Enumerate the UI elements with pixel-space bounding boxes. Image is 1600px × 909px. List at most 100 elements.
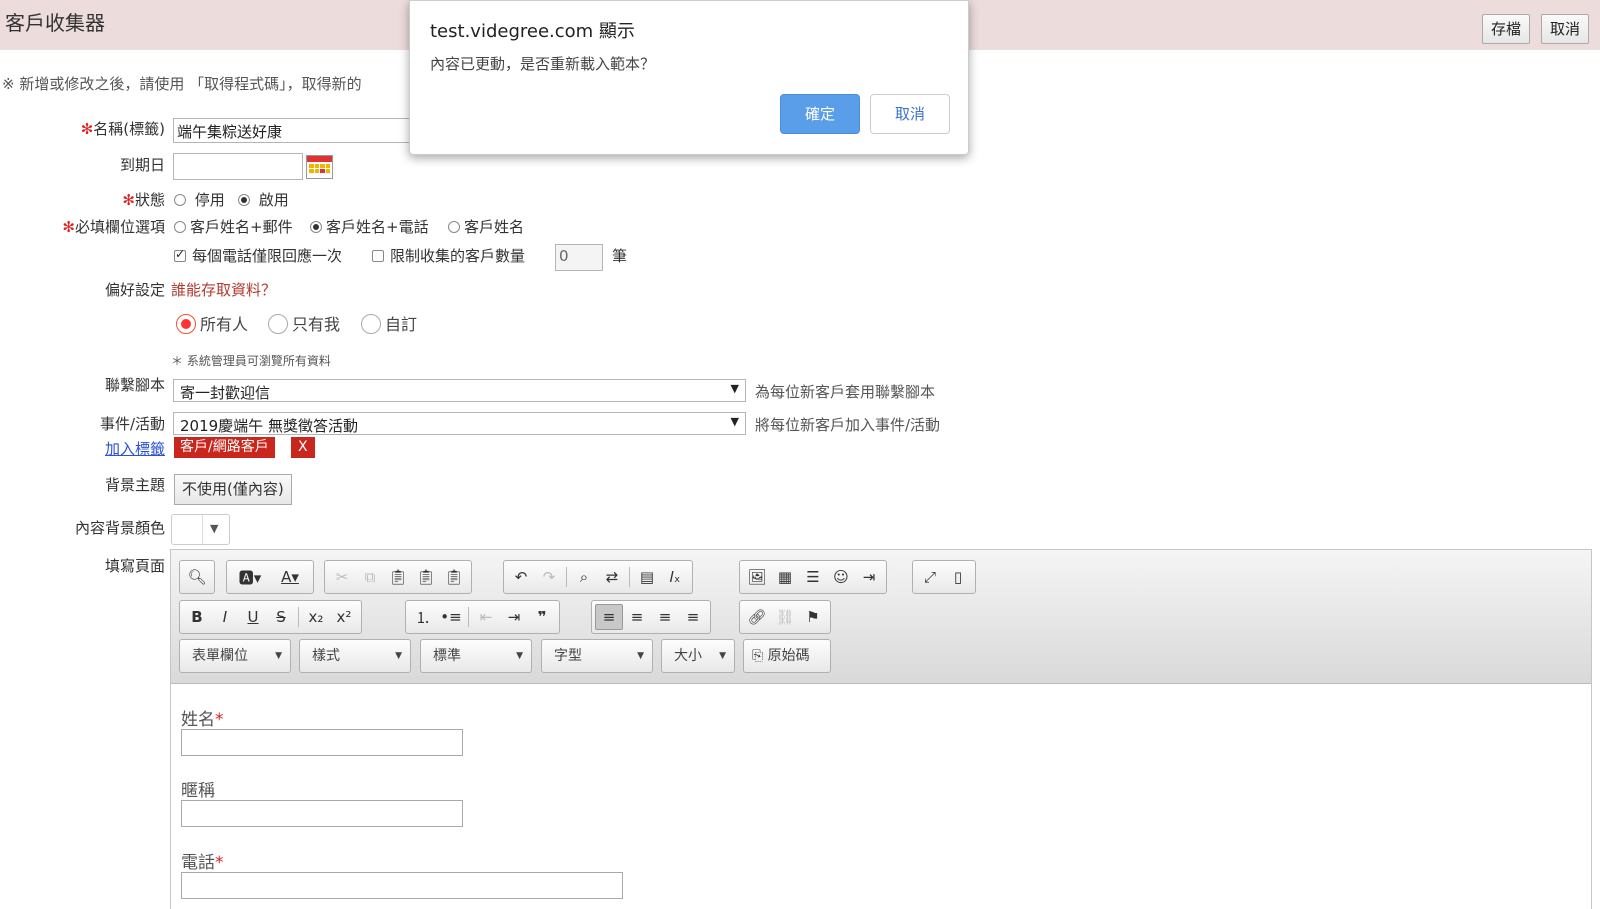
toolbar-group-view: ⤢ ▯: [912, 560, 976, 594]
undo-icon[interactable]: ↶: [507, 564, 535, 590]
event-select[interactable]: 2019慶端午 無獎徵答活動 ▼: [173, 412, 746, 435]
calendar-icon[interactable]: [306, 155, 333, 179]
toolbar-group-insert: 🖼︎ ▦ ☰ ☺ ⇥: [739, 560, 887, 594]
limit-count-input[interactable]: 0: [555, 244, 603, 271]
paste-icon[interactable]: 📋︎: [384, 564, 412, 590]
style-combo[interactable]: 樣式 ▼: [299, 639, 411, 673]
script-select[interactable]: 寄一封歡迎信 ▼: [173, 379, 746, 402]
strikethrough-icon[interactable]: S: [267, 604, 295, 630]
access-link[interactable]: 誰能存取資料？: [171, 279, 276, 300]
theme-button[interactable]: 不使用(僅內容): [174, 474, 292, 505]
save-button[interactable]: 存檔: [1482, 14, 1531, 44]
chevron-down-icon: ▼: [637, 651, 644, 661]
page-break-icon[interactable]: ⇥: [855, 564, 883, 590]
access-only-me-radio[interactable]: 只有我: [268, 311, 340, 335]
name-label: ✻名稱(標籤): [80, 120, 165, 138]
underline-icon[interactable]: U: [239, 604, 267, 630]
notice-text: ※ 新增或修改之後，請使用 「取得程式碼」，取得新的: [2, 75, 362, 93]
toolbar-group-paragraph: ⒈ •≡ ⇤ ⇥ ❞: [405, 600, 560, 634]
toolbar-group-links: 🔗︎ ⛓ ⚑: [739, 600, 831, 634]
source-icon: ⎘: [752, 648, 764, 664]
editor-content[interactable]: 姓名* 暱稱 電話*: [171, 685, 1591, 909]
status-disabled-radio[interactable]: 停用: [174, 189, 225, 210]
access-custom-radio[interactable]: 自訂: [361, 311, 417, 335]
required-name-only-radio[interactable]: 客戶姓名: [448, 216, 524, 237]
smiley-icon[interactable]: ☺: [827, 564, 855, 590]
subscript-icon[interactable]: x₂: [302, 604, 330, 630]
bulleted-list-icon[interactable]: •≡: [437, 604, 465, 630]
dialog-cancel-button[interactable]: 取消: [870, 94, 950, 134]
cancel-button[interactable]: 取消: [1541, 14, 1590, 44]
indent-icon[interactable]: ⇥: [500, 604, 528, 630]
link-icon[interactable]: 🔗︎: [743, 604, 771, 630]
preview-icon[interactable]: 🔍︎: [183, 564, 211, 590]
source-button[interactable]: ⎘ 原始碼: [743, 639, 831, 673]
editor-toolbar: 🔍︎ 🅰▾ A▾ ✂ ⧉ 📋︎ 📋︎ 📋︎ ↶ ↷ ⌕ ⇄ ▤ 𝐼ₓ 🖼︎ ▦ …: [171, 550, 1591, 684]
maximize-icon[interactable]: ⤢: [916, 564, 944, 590]
font-combo[interactable]: 字型 ▼: [541, 639, 653, 673]
required-name-email-radio[interactable]: 客戶姓名+郵件: [174, 216, 293, 237]
align-center-icon[interactable]: ≡: [623, 604, 651, 630]
limit-count-checkbox[interactable]: 限制收集的客戶數量: [372, 245, 525, 266]
justify-icon[interactable]: ≡: [679, 604, 707, 630]
expiry-label: 到期日: [119, 156, 165, 174]
paste-word-icon[interactable]: 📋︎: [440, 564, 468, 590]
tag-chip: 客戶/網路客戶: [174, 437, 275, 458]
page-title: 客戶收集器: [5, 11, 105, 35]
dialog-title: test.videgree.com 顯示: [430, 21, 635, 42]
required-name-phone-radio[interactable]: 客戶姓名+電話: [310, 216, 429, 237]
align-left-icon[interactable]: ≡: [595, 604, 623, 630]
text-color-icon[interactable]: A▾: [270, 564, 310, 590]
rich-text-editor: 🔍︎ 🅰▾ A▾ ✂ ⧉ 📋︎ 📋︎ 📋︎ ↶ ↷ ⌕ ⇄ ▤ 𝐼ₓ 🖼︎ ▦ …: [170, 549, 1592, 909]
superscript-icon[interactable]: x²: [330, 604, 358, 630]
event-label: 事件/活動: [99, 415, 165, 433]
unlink-icon[interactable]: ⛓: [771, 604, 799, 630]
chevron-down-icon: ▼: [395, 651, 402, 661]
limit-unit: 筆: [612, 247, 628, 265]
admin-note: ＊ 系統管理員可瀏覽所有資料: [171, 354, 331, 368]
redo-icon[interactable]: ↷: [535, 564, 563, 590]
blockquote-icon[interactable]: ❞: [528, 604, 556, 630]
size-combo[interactable]: 大小 ▼: [661, 639, 735, 673]
image-icon[interactable]: 🖼︎: [743, 564, 771, 590]
format-combo[interactable]: 標準 ▼: [420, 639, 532, 673]
name-input[interactable]: 端午集粽送好康: [173, 118, 413, 143]
chevron-down-icon: ▼: [730, 415, 739, 428]
add-tag-link[interactable]: 加入標籤: [105, 438, 165, 459]
page-label: 填寫頁面: [104, 557, 165, 575]
field-input-name[interactable]: [181, 729, 463, 756]
remove-format-icon[interactable]: 𝐼ₓ: [661, 564, 689, 590]
toolbar-group-edit: ↶ ↷ ⌕ ⇄ ▤ 𝐼ₓ: [503, 560, 693, 594]
bgcolor-label: 內容背景顏色: [74, 519, 165, 537]
show-blocks-icon[interactable]: ▯: [944, 564, 972, 590]
align-right-icon[interactable]: ≡: [651, 604, 679, 630]
replace-icon[interactable]: ⇄: [598, 564, 626, 590]
find-icon[interactable]: ⌕: [570, 564, 598, 590]
horizontal-line-icon[interactable]: ☰: [799, 564, 827, 590]
cut-icon[interactable]: ✂: [328, 564, 356, 590]
numbered-list-icon[interactable]: ⒈: [409, 604, 437, 630]
status-enabled-radio[interactable]: 啟用: [238, 189, 289, 210]
dialog-ok-button[interactable]: 確定: [780, 94, 860, 134]
bold-icon[interactable]: B: [183, 604, 211, 630]
required-fields-label: ✻必填欄位選項: [62, 218, 165, 236]
field-input-phone[interactable]: [181, 872, 623, 899]
field-input-nickname[interactable]: [181, 800, 463, 827]
table-icon[interactable]: ▦: [771, 564, 799, 590]
copy-icon[interactable]: ⧉: [356, 564, 384, 590]
tag-remove-button[interactable]: X: [290, 437, 315, 458]
expiry-input[interactable]: [173, 153, 303, 180]
once-per-phone-checkbox[interactable]: 每個電話僅限回應一次: [174, 245, 342, 266]
access-everyone-radio[interactable]: 所有人: [176, 311, 248, 335]
chevron-down-icon: ▼: [730, 382, 739, 395]
select-all-icon[interactable]: ▤: [633, 564, 661, 590]
paste-text-icon[interactable]: 📋︎: [412, 564, 440, 590]
bgcolor-picker[interactable]: ▼: [171, 514, 230, 545]
chevron-down-icon: ▼: [210, 522, 219, 535]
background-color-icon[interactable]: 🅰▾: [230, 564, 270, 590]
anchor-flag-icon[interactable]: ⚑: [799, 604, 827, 630]
form-field-combo[interactable]: 表單欄位 ▼: [179, 639, 291, 673]
italic-icon[interactable]: I: [211, 604, 239, 630]
outdent-icon[interactable]: ⇤: [472, 604, 500, 630]
field-label-phone: 電話*: [181, 853, 224, 873]
